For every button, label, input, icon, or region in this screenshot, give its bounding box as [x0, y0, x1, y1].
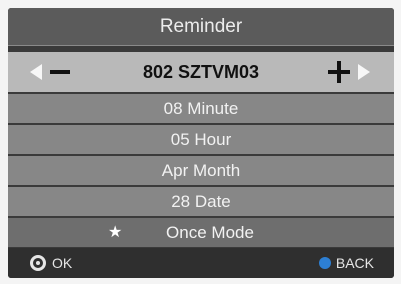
- page-title: Reminder: [8, 8, 394, 46]
- back-button[interactable]: BACK: [318, 248, 374, 278]
- footer-bar: OK BACK: [8, 248, 394, 278]
- hour-row[interactable]: 05 Hour: [8, 125, 394, 154]
- channel-selector[interactable]: 802 SZTVM03: [8, 52, 394, 92]
- back-icon: [318, 257, 331, 269]
- minute-row[interactable]: 08 Minute: [8, 94, 394, 123]
- ok-label: OK: [52, 255, 73, 271]
- row-label: 28 Date: [171, 192, 231, 211]
- reminder-panel: Reminder 802 SZTVM03 08 Minute 05 Hour A…: [8, 8, 394, 278]
- month-row[interactable]: Apr Month: [8, 156, 394, 185]
- ok-icon: [30, 255, 46, 271]
- row-label: 05 Hour: [170, 130, 232, 149]
- increase-channel[interactable]: [328, 52, 370, 92]
- mode-row[interactable]: ★ Once Mode: [8, 218, 394, 247]
- plus-icon[interactable]: [328, 61, 350, 83]
- row-label: 08 Minute: [163, 99, 239, 118]
- back-label: BACK: [335, 255, 374, 271]
- arrow-right-icon[interactable]: [358, 64, 370, 80]
- reminder-options: 08 Minute 05 Hour Apr Month 28 Date ★ On…: [8, 94, 394, 249]
- row-label: Once Mode: [166, 223, 254, 242]
- row-label: Apr Month: [161, 161, 241, 180]
- date-row[interactable]: 28 Date: [8, 187, 394, 216]
- ok-button[interactable]: OK: [30, 248, 72, 278]
- star-icon: ★: [108, 224, 123, 241]
